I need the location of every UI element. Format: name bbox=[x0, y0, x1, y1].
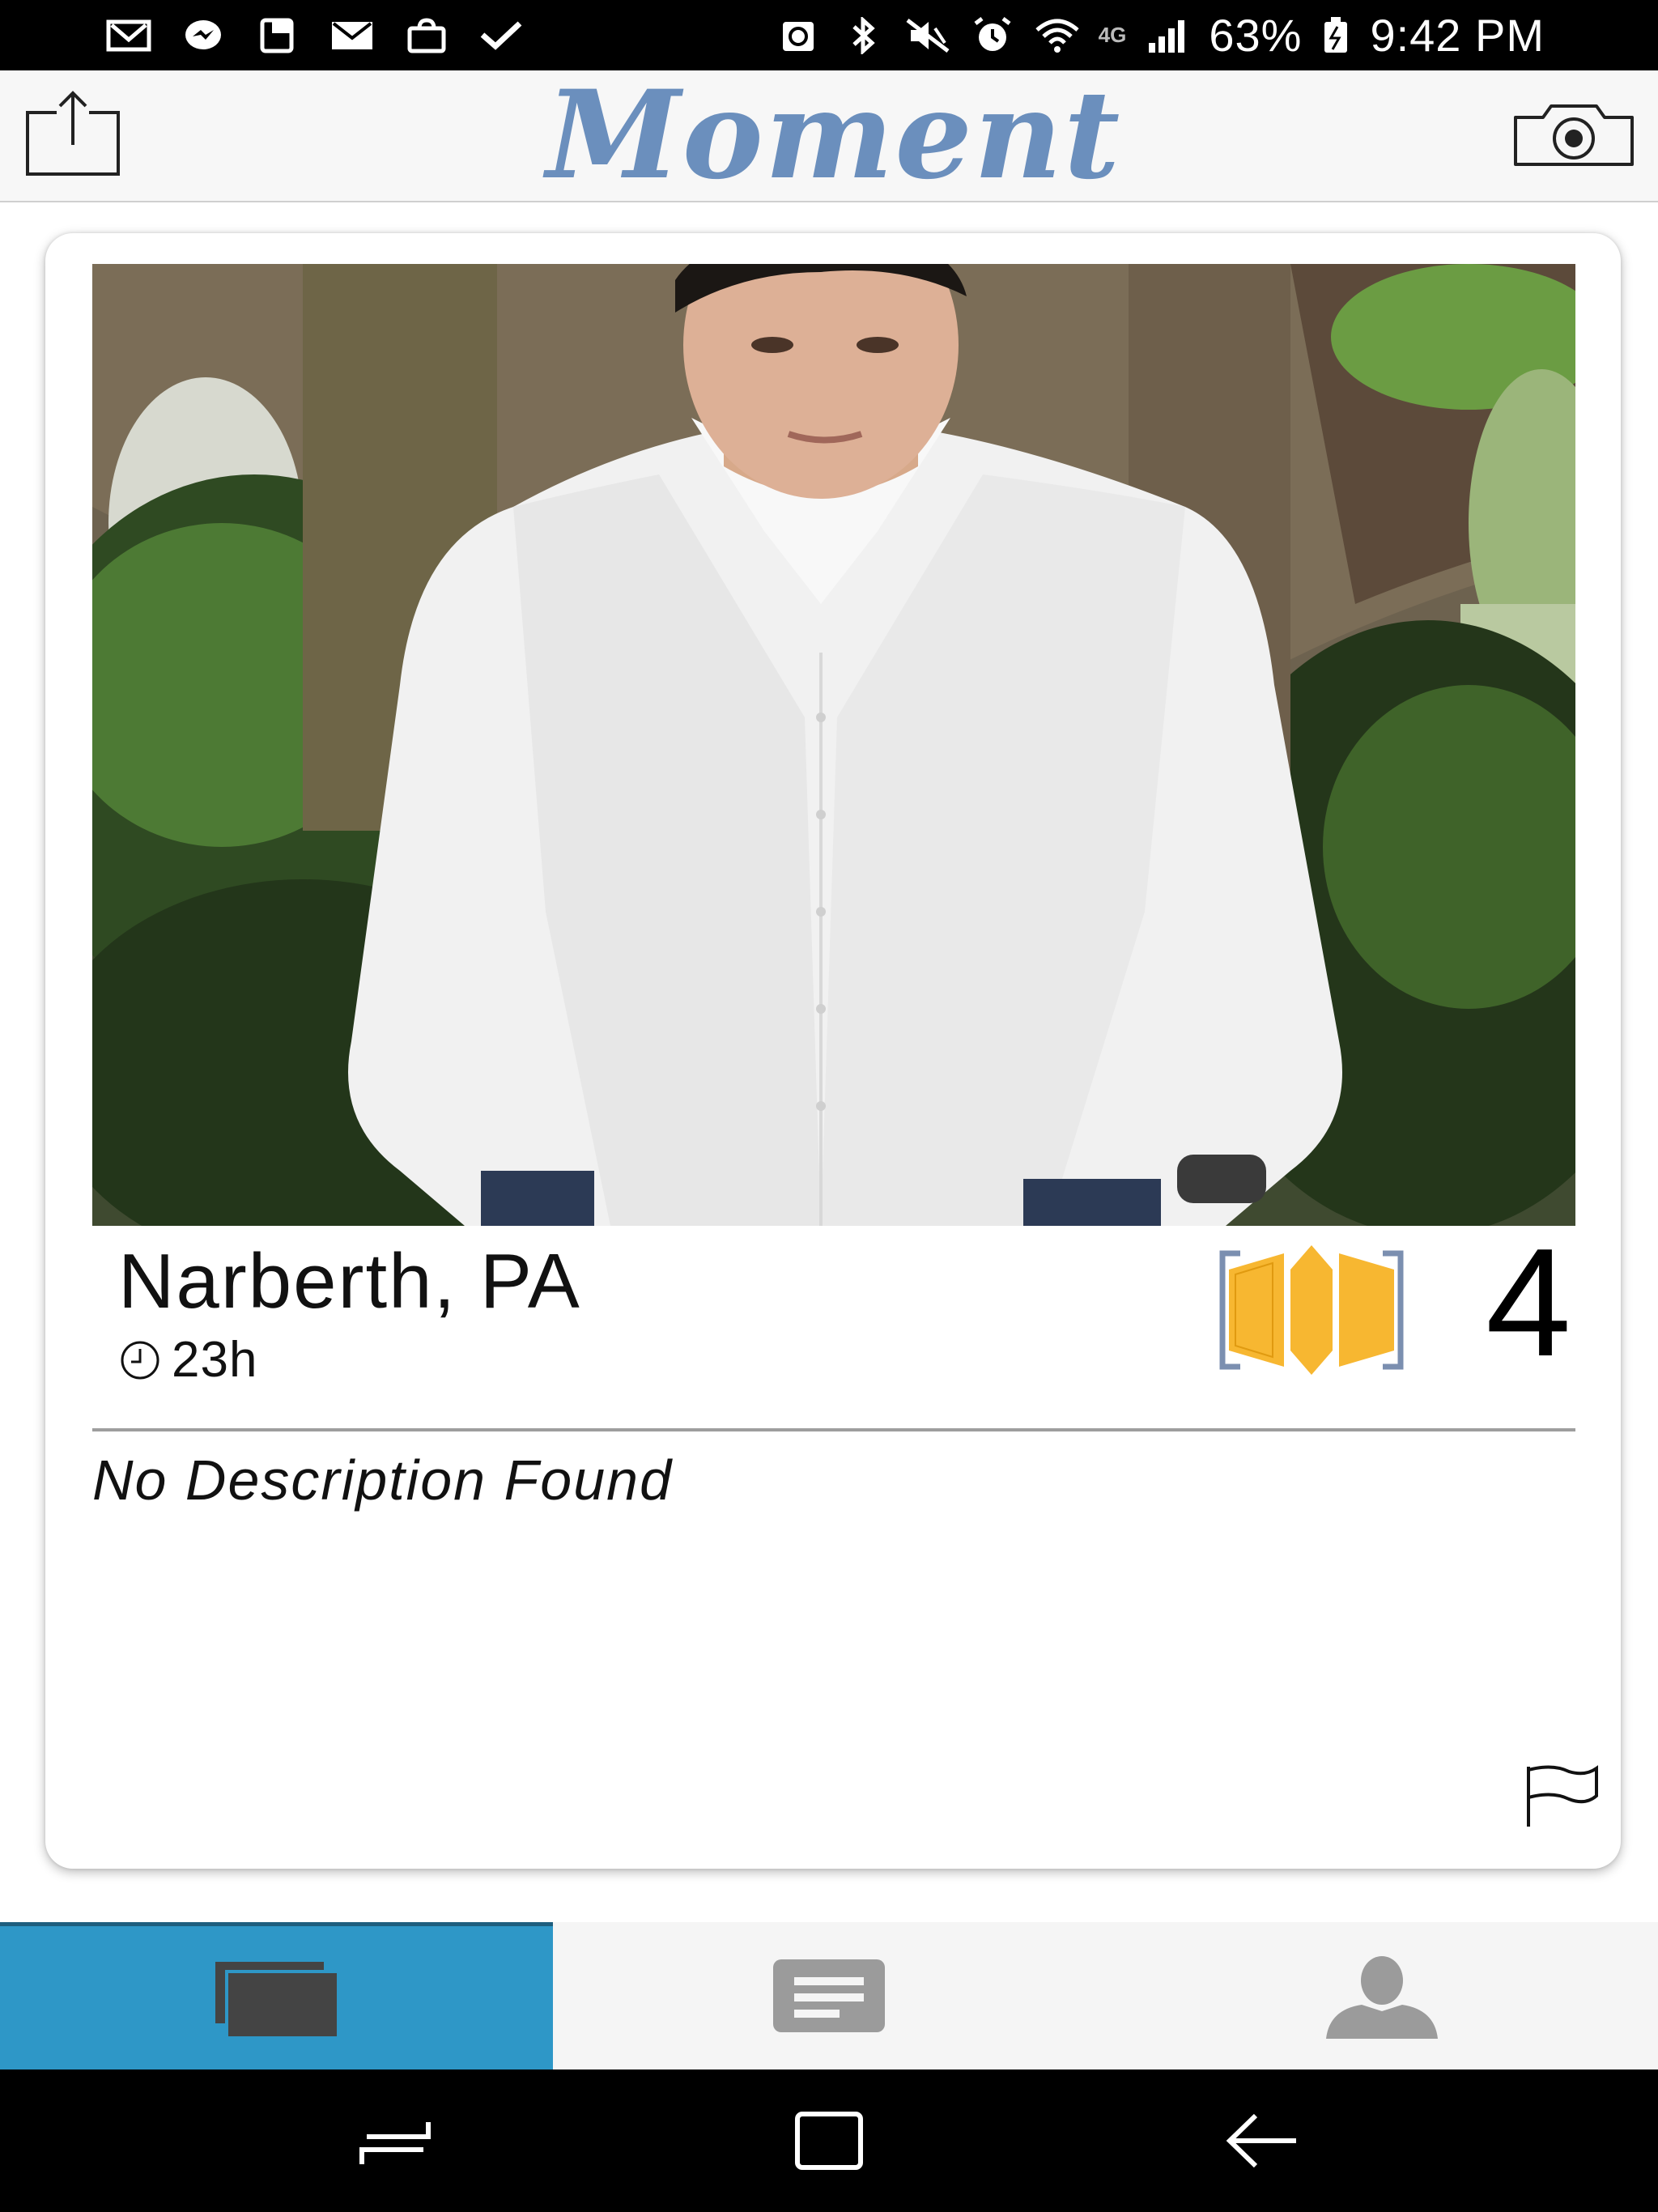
clock-icon bbox=[113, 1339, 167, 1381]
app-header: Moment bbox=[0, 64, 1658, 206]
system-icons: 4G 63% 9:42 PM bbox=[775, 9, 1545, 62]
camera-button[interactable] bbox=[1511, 101, 1637, 169]
notification-icons bbox=[105, 17, 525, 54]
post-age-text: 23h bbox=[172, 1332, 258, 1388]
battery-icon bbox=[1320, 16, 1352, 54]
share-button[interactable] bbox=[21, 88, 125, 179]
location-label: Narberth, PA bbox=[118, 1238, 581, 1325]
system-nav-bar bbox=[0, 2069, 1658, 2212]
tab-messages[interactable] bbox=[553, 1922, 1106, 2069]
signal-icon bbox=[1144, 17, 1191, 54]
wifi-icon bbox=[1034, 17, 1081, 54]
back-button[interactable] bbox=[1218, 2104, 1307, 2177]
profile-icon bbox=[1313, 1951, 1451, 2040]
profile-photo[interactable] bbox=[92, 264, 1575, 1226]
inbox-check-icon bbox=[478, 17, 525, 54]
wallet-icon bbox=[254, 17, 301, 54]
camera-icon bbox=[1514, 104, 1634, 166]
back-icon bbox=[1226, 2113, 1296, 2168]
recycle-icon bbox=[775, 17, 822, 54]
mail-icon bbox=[329, 17, 376, 54]
card-divider bbox=[92, 1428, 1575, 1431]
status-bar: 4G 63% 9:42 PM bbox=[0, 0, 1658, 70]
photo-image bbox=[92, 264, 1575, 1226]
bottom-tab-bar bbox=[0, 1922, 1658, 2069]
report-button[interactable] bbox=[1520, 1763, 1601, 1828]
bluetooth-icon bbox=[840, 15, 886, 56]
home-icon bbox=[795, 2112, 863, 2170]
moment-card[interactable]: Narberth, PA 23h 4 No Description Found bbox=[45, 233, 1621, 1869]
messages-icon bbox=[760, 1951, 898, 2040]
flag-icon bbox=[1527, 1765, 1598, 1827]
moment-score: 4 bbox=[1486, 1217, 1571, 1389]
home-button[interactable] bbox=[784, 2104, 874, 2177]
moment-description: No Description Found bbox=[92, 1448, 673, 1512]
battery-percent: 63% bbox=[1209, 10, 1303, 61]
shopping-bag-icon bbox=[403, 17, 450, 54]
cards-icon bbox=[207, 1954, 345, 2043]
app-logo: Moment bbox=[546, 64, 1122, 206]
post-age: 23h bbox=[113, 1331, 257, 1389]
recent-apps-button[interactable] bbox=[351, 2104, 440, 2177]
tab-moments[interactable] bbox=[0, 1922, 553, 2069]
clock-time: 9:42 PM bbox=[1370, 10, 1545, 61]
alarm-icon bbox=[969, 16, 1016, 54]
network-type: 4G bbox=[1098, 23, 1127, 47]
recent-apps-icon bbox=[359, 2122, 431, 2164]
share-icon bbox=[26, 91, 120, 176]
tab-profile[interactable] bbox=[1105, 1922, 1658, 2069]
hourglass-icon[interactable] bbox=[1216, 1245, 1407, 1375]
gmail-icon bbox=[105, 17, 152, 54]
messenger-icon bbox=[180, 17, 227, 54]
mute-icon bbox=[904, 17, 951, 54]
